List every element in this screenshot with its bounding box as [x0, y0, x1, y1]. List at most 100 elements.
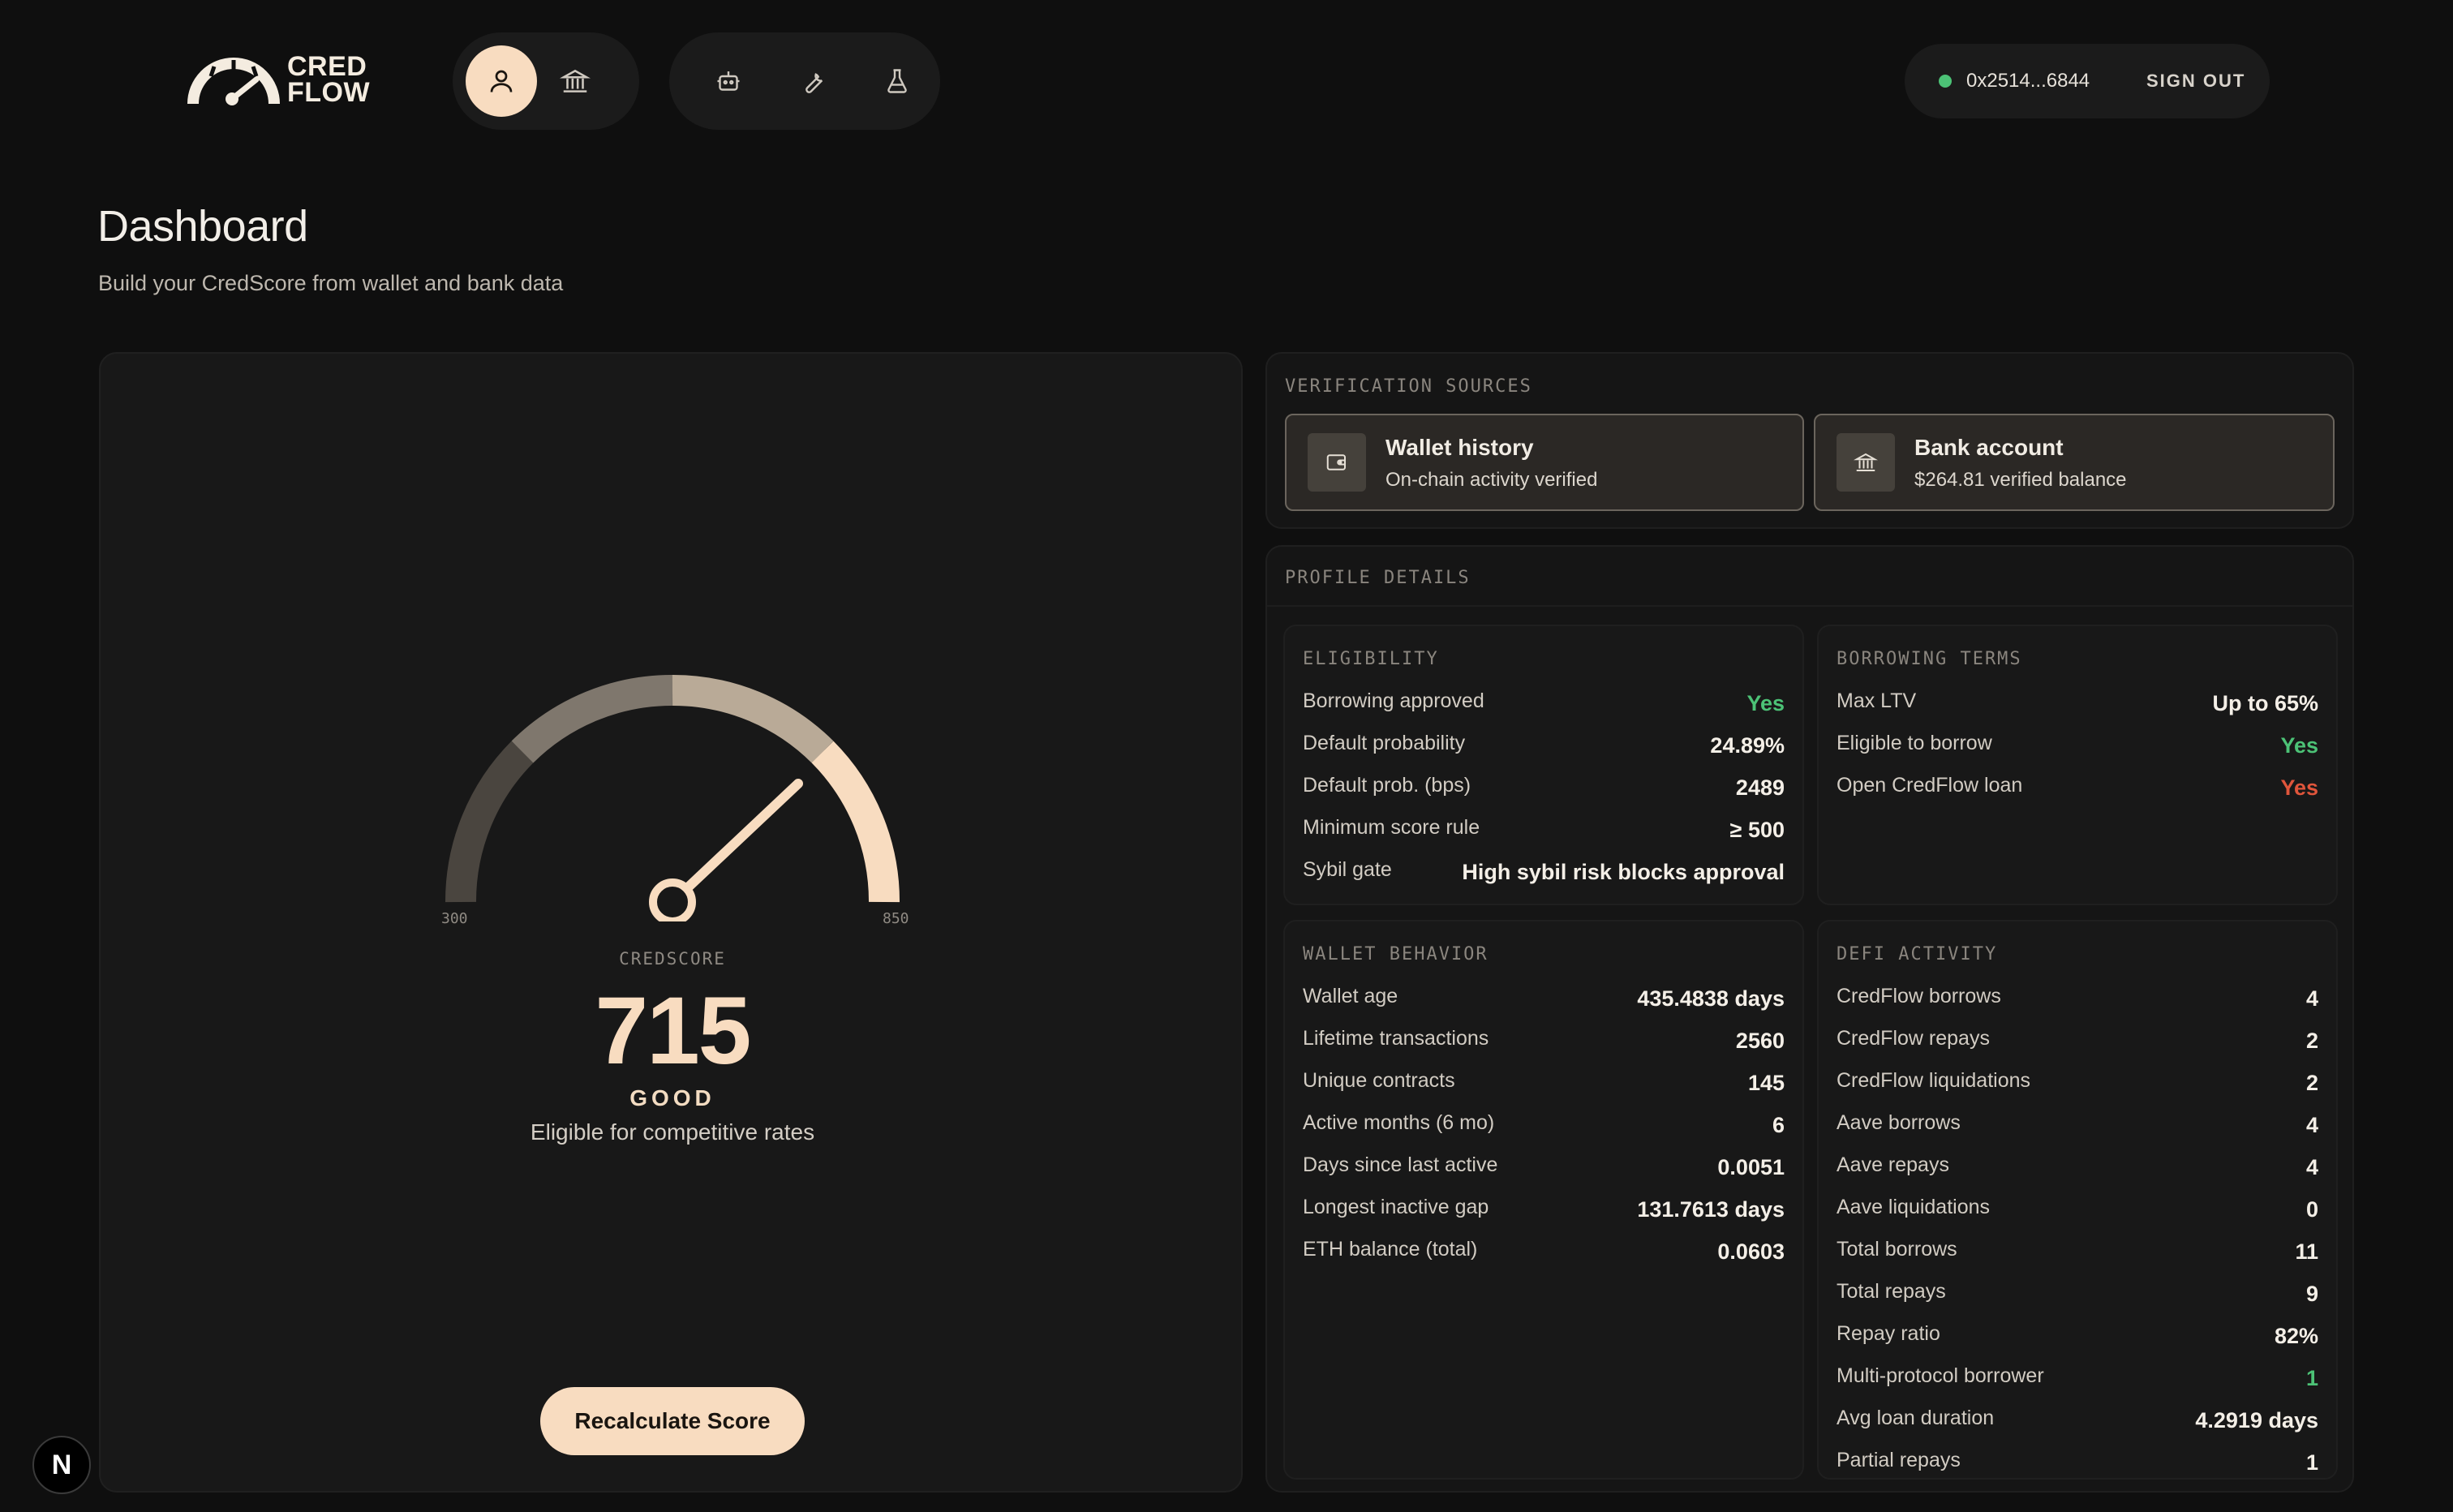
detail-value: 4.2919 days — [2195, 1408, 2318, 1433]
user-icon — [490, 70, 513, 92]
detail-row: Eligible to borrow Yes — [1837, 728, 2318, 771]
speedometer-logo-icon — [187, 58, 280, 105]
logo-text-flow: FLOW — [287, 77, 371, 108]
detail-row: CredFlow repays 2 — [1837, 1024, 2318, 1066]
detail-value: 4 — [2305, 986, 2318, 1011]
detail-value: 1 — [2305, 1450, 2318, 1475]
detail-value: 82% — [2274, 1324, 2318, 1348]
sign-out-button[interactable]: SIGN OUT — [2146, 71, 2245, 92]
wallet-address: 0x2514...6844 — [1966, 70, 2090, 92]
eligibility-section: ELIGIBILITY Borrowing approved Yes Default… — [1283, 625, 1804, 905]
credflow-logo[interactable]: CRED FLOW — [187, 50, 381, 110]
nav-agent-button[interactable] — [703, 45, 754, 117]
detail-label: Default probability — [1303, 732, 1466, 754]
wallet-behavior-rows: Wallet age 435.4838 days Lifetime transact… — [1303, 982, 1785, 1277]
detail-row: Active months (6 mo) 6 — [1303, 1108, 1785, 1150]
credscore-label: CREDSCORE — [619, 949, 726, 969]
detail-row: Repay ratio 82% — [1837, 1319, 2318, 1361]
detail-row: Wallet age 435.4838 days — [1303, 982, 1785, 1024]
gauge-min-label: 300 — [441, 910, 468, 927]
source-card-bank[interactable]: Bank account $264.81 verified balance — [1814, 414, 2335, 511]
detail-value: 24.89% — [1710, 733, 1785, 758]
section-title: ELIGIBILITY — [1303, 649, 1439, 669]
detail-label: CredFlow borrows — [1837, 985, 2001, 1007]
source-title: Wallet history — [1385, 435, 1534, 460]
nav-bank-button[interactable] — [550, 45, 600, 117]
recalculate-score-button[interactable]: Recalculate Score — [540, 1387, 805, 1455]
detail-row: Unique contracts 145 — [1303, 1066, 1785, 1108]
page-title: Dashboard — [97, 202, 308, 251]
detail-value: 2560 — [1735, 1029, 1785, 1053]
detail-label: Minimum score rule — [1303, 816, 1480, 839]
detail-row: Aave repays 4 — [1837, 1150, 2318, 1192]
detail-label: CredFlow liquidations — [1837, 1069, 2031, 1092]
nextjs-dev-badge[interactable]: N — [32, 1436, 91, 1494]
detail-value: 2 — [2305, 1071, 2318, 1095]
detail-row: Default prob. (bps) 2489 — [1303, 771, 1785, 813]
profile-details-heading: PROFILE DETAILS — [1285, 568, 1471, 588]
detail-value: Up to 65% — [2212, 691, 2318, 715]
section-title: BORROWING TERMS — [1837, 649, 2022, 669]
connection-status-dot — [1939, 75, 1952, 88]
profile-details-panel: PROFILE DETAILS ELIGIBILITY Borrowing ap… — [1265, 545, 2354, 1493]
gauge-max-label: 850 — [883, 910, 909, 927]
credscore-value: 715 — [595, 977, 752, 1085]
source-card-wallet[interactable]: Wallet history On-chain activity verifie… — [1285, 414, 1804, 511]
detail-row: Max LTV Up to 65% — [1837, 686, 2318, 728]
source-subtitle: On-chain activity verified — [1385, 469, 1598, 491]
detail-value: 1 — [2305, 1366, 2318, 1390]
detail-label: Lifetime transactions — [1303, 1027, 1489, 1050]
detail-label: Sybil gate — [1303, 858, 1392, 881]
wallet-icon — [1308, 433, 1366, 492]
borrowing-terms-section: BORROWING TERMS Max LTV Up to 65% Eligible… — [1817, 625, 2338, 905]
detail-label: Repay ratio — [1837, 1322, 1940, 1345]
detail-value: Yes — [2280, 733, 2318, 758]
detail-row: Borrowing approved Yes — [1303, 686, 1785, 728]
detail-value: 0 — [2305, 1197, 2318, 1222]
flask-icon — [887, 69, 907, 93]
gauge-needle — [668, 779, 803, 907]
source-subtitle: $264.81 verified balance — [1914, 469, 2127, 491]
detail-value: 6 — [1772, 1113, 1785, 1137]
gauge-segment-high — [672, 674, 834, 763]
score-gauge — [445, 674, 900, 921]
gauge-segment-top — [811, 741, 900, 903]
detail-row: Sybil gate High sybil risk blocks approva… — [1303, 855, 1785, 897]
detail-value: 4 — [2305, 1113, 2318, 1137]
detail-row: Aave borrows 4 — [1837, 1108, 2318, 1150]
nav-tools-button[interactable] — [788, 45, 838, 117]
account-pill: 0x2514...6844 SIGN OUT — [1905, 44, 2270, 118]
detail-value: 131.7613 days — [1637, 1197, 1785, 1222]
section-title: WALLET BEHAVIOR — [1303, 944, 1489, 964]
detail-row: Days since last active 0.0051 — [1303, 1150, 1785, 1192]
nav-lab-button[interactable] — [872, 45, 922, 117]
gauge-segment-low — [445, 741, 534, 903]
detail-row: Partial repays 1 — [1837, 1445, 2318, 1488]
detail-row: Default probability 24.89% — [1303, 728, 1785, 771]
wallet-behavior-section: WALLET BEHAVIOR Wallet age 435.4838 days L… — [1283, 920, 1804, 1480]
detail-row: Aave liquidations 0 — [1837, 1192, 2318, 1235]
credscore-description: Eligible for competitive rates — [530, 1119, 815, 1145]
nav-group-primary — [453, 32, 639, 130]
robot-icon — [717, 71, 740, 91]
wrench-icon — [805, 73, 823, 93]
logo-text-cred: CRED — [287, 51, 367, 82]
detail-label: Active months (6 mo) — [1303, 1111, 1495, 1134]
detail-row: Total repays 9 — [1837, 1277, 2318, 1319]
detail-label: Total borrows — [1837, 1238, 1957, 1261]
detail-label: Unique contracts — [1303, 1069, 1455, 1092]
detail-label: Avg loan duration — [1837, 1407, 1995, 1429]
detail-row: CredFlow borrows 4 — [1837, 982, 2318, 1024]
detail-label: Wallet age — [1303, 985, 1398, 1007]
detail-row: Open CredFlow loan Yes — [1837, 771, 2318, 813]
detail-row: Avg loan duration 4.2919 days — [1837, 1403, 2318, 1445]
logo-wordmark: CRED FLOW — [287, 51, 371, 108]
credscore-grade: GOOD — [629, 1085, 715, 1110]
nav-group-tools — [669, 32, 940, 130]
detail-value: Yes — [1746, 691, 1785, 715]
nav-profile-button[interactable] — [466, 45, 537, 117]
credscore-card: 300 850 CREDSCORE 715 GOOD Eligible for … — [99, 352, 1243, 1493]
detail-row: CredFlow liquidations 2 — [1837, 1066, 2318, 1108]
detail-label: Multi-protocol borrower — [1837, 1364, 2044, 1387]
source-title: Bank account — [1914, 435, 2064, 460]
